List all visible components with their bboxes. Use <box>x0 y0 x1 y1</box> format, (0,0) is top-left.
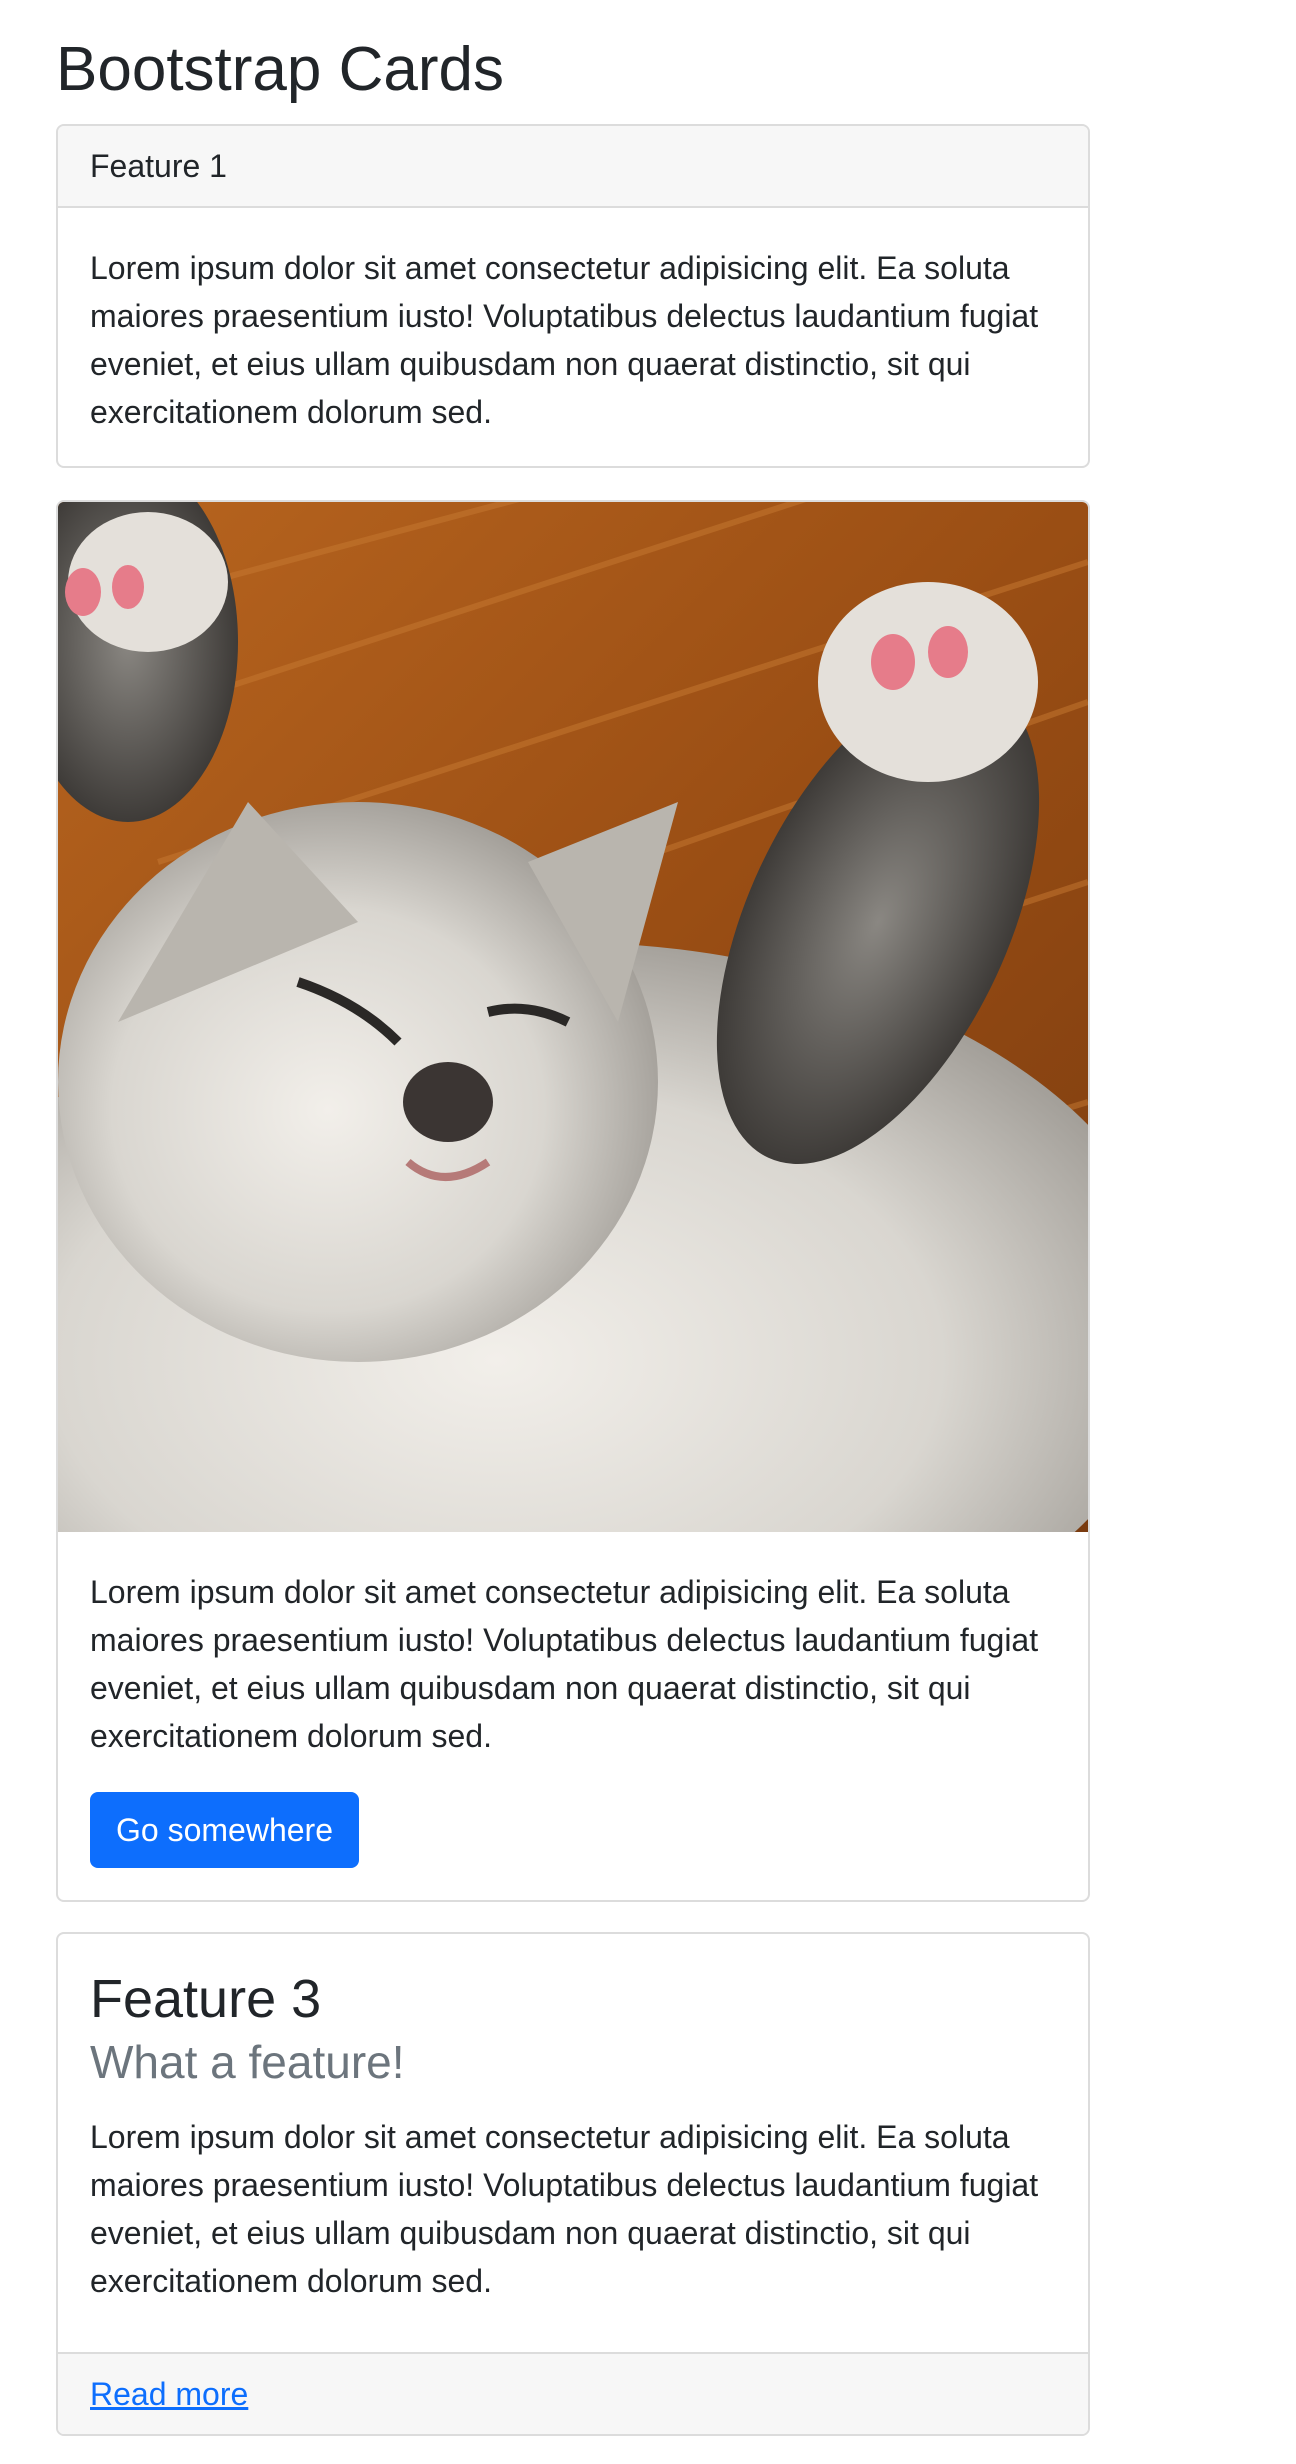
card-header: Feature 1 <box>58 126 1088 208</box>
page-title: Bootstrap Cards <box>56 35 504 104</box>
kitten-photo <box>58 502 1088 1532</box>
card-text: Lorem ipsum dolor sit amet consectetur a… <box>90 250 1039 430</box>
card-footer: Read more <box>58 2352 1088 2434</box>
card-text: Lorem ipsum dolor sit amet consectetur a… <box>90 2118 1039 2299</box>
feature-1-card: Feature 1 Lorem ipsum dolor sit amet con… <box>56 124 1090 468</box>
go-somewhere-button[interactable]: Go somewhere <box>90 1792 359 1868</box>
card-body: Feature 3 What a feature! Lorem ipsum do… <box>58 1934 1088 2305</box>
card-subtitle: What a feature! <box>90 2036 405 2089</box>
card-body: Lorem ipsum dolor sit amet consectetur a… <box>58 1532 1088 1868</box>
read-more-link[interactable]: Read more <box>90 2376 248 2413</box>
feature-3-card: Feature 3 What a feature! Lorem ipsum do… <box>56 1932 1090 2436</box>
image-card: Lorem ipsum dolor sit amet consectetur a… <box>56 500 1090 1902</box>
card-body: Lorem ipsum dolor sit amet consectetur a… <box>58 208 1088 436</box>
card-text: Lorem ipsum dolor sit amet consectetur a… <box>90 1574 1039 1754</box>
card-title: Feature 3 <box>90 1969 322 2029</box>
